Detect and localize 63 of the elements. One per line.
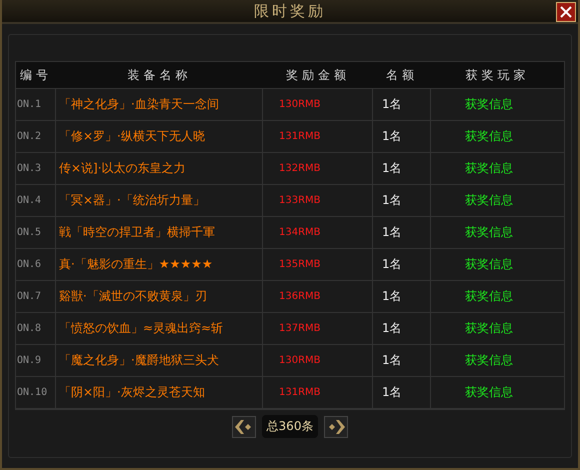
column-header: 编号 xyxy=(19,66,53,84)
reward-amount: 130RMB xyxy=(263,89,373,120)
row-number: ON.8 xyxy=(16,313,56,344)
reward-amount: 134RMB xyxy=(263,217,373,248)
quota-cell: 1名 xyxy=(373,217,431,248)
reward-amount: 132RMB xyxy=(263,153,373,184)
total-count: 总360条 xyxy=(262,415,318,438)
quota-cell: 1名 xyxy=(373,89,431,120)
winner-info-link[interactable]: 获奖信息 xyxy=(431,185,564,216)
row-number: ON.9 xyxy=(16,345,56,376)
item-name: 谿獣·「滅世の不败黄泉」刃 xyxy=(56,281,263,312)
quota-cell: 1名 xyxy=(373,345,431,376)
winner-info-link[interactable]: 获奖信息 xyxy=(431,217,564,248)
winner-info-link[interactable]: 获奖信息 xyxy=(431,249,564,280)
reward-amount: 133RMB xyxy=(263,185,373,216)
right-chevron-icon xyxy=(327,420,346,434)
reward-amount: 131RMB xyxy=(263,377,373,408)
quota-cell: 1名 xyxy=(373,249,431,280)
item-name: 「阴×阳」·灰烬之灵苍天知 xyxy=(56,377,263,408)
reward-amount: 130RMB xyxy=(263,345,373,376)
item-name: 真·「魅影の重生」★★★★★ xyxy=(56,249,263,280)
reward-amount: 136RMB xyxy=(263,281,373,312)
winner-info-link[interactable]: 获奖信息 xyxy=(431,121,564,152)
row-number: ON.1 xyxy=(16,89,56,120)
column-header: 装备名称 xyxy=(126,66,192,84)
reward-amount: 131RMB xyxy=(263,121,373,152)
previous-page-button[interactable] xyxy=(232,416,256,438)
item-name: 戦「時空の捍卫者」横掃千軍 xyxy=(56,217,263,248)
quota-cell: 1名 xyxy=(373,313,431,344)
winner-info-link[interactable]: 获奖信息 xyxy=(431,345,564,376)
item-name: 传×说]·以太の东皇之力 xyxy=(56,153,263,184)
next-page-button[interactable] xyxy=(324,416,348,438)
winner-info-link[interactable]: 获奖信息 xyxy=(431,313,564,344)
item-name: 「冥×器」·「统治圻力量」 xyxy=(56,185,263,216)
quota-cell: 1名 xyxy=(373,377,431,408)
close-button[interactable] xyxy=(556,2,576,22)
winner-info-link[interactable]: 获奖信息 xyxy=(431,89,564,120)
reward-amount: 137RMB xyxy=(263,313,373,344)
reward-amount: 135RMB xyxy=(263,249,373,280)
row-number: ON.7 xyxy=(16,281,56,312)
quota-cell: 1名 xyxy=(373,121,431,152)
winner-info-link[interactable]: 获奖信息 xyxy=(431,377,564,408)
quota-cell: 1名 xyxy=(373,185,431,216)
column-header: 名额 xyxy=(385,66,419,84)
row-number: ON.4 xyxy=(16,185,56,216)
row-number: ON.10 xyxy=(16,377,56,408)
winner-info-link[interactable]: 获奖信息 xyxy=(431,153,564,184)
column-header: 获奖玩家 xyxy=(464,66,530,84)
column-header: 奖励金额 xyxy=(285,66,351,84)
item-name: 「神之化身」·血染青天一念间 xyxy=(56,89,263,120)
window-title: 限时奖励 xyxy=(254,2,326,20)
row-number: ON.2 xyxy=(16,121,56,152)
row-number: ON.5 xyxy=(16,217,56,248)
close-icon xyxy=(559,5,573,19)
item-name: 「愤怒の饮血」≈灵魂出窍≈斩 xyxy=(56,313,263,344)
quota-cell: 1名 xyxy=(373,153,431,184)
row-number: ON.3 xyxy=(16,153,56,184)
left-chevron-icon xyxy=(234,420,253,434)
winner-info-link[interactable]: 获奖信息 xyxy=(431,281,564,312)
item-name: 「魔之化身」·魔爵地狱三头犬 xyxy=(56,345,263,376)
row-number: ON.6 xyxy=(16,249,56,280)
quota-cell: 1名 xyxy=(373,281,431,312)
item-name: 「修×罗」·纵横天下无人晓 xyxy=(56,121,263,152)
